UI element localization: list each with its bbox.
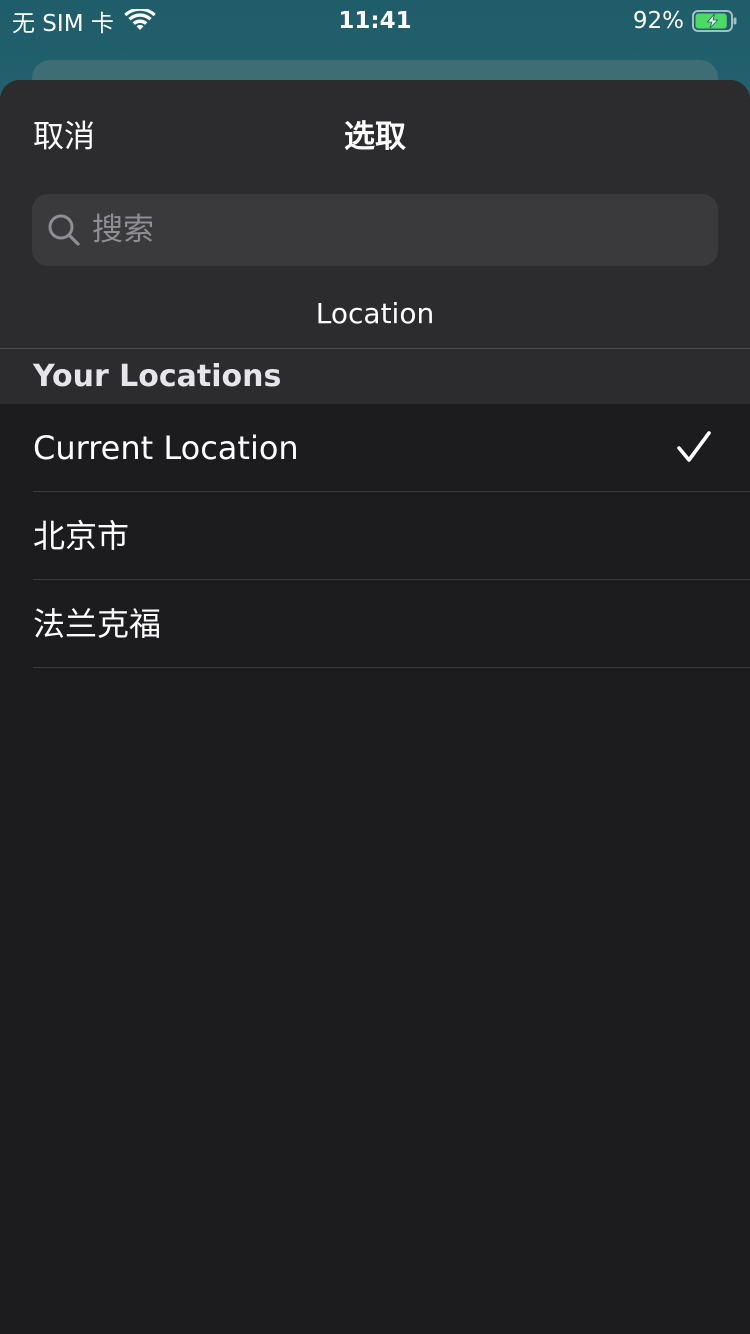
scope-label: Location <box>315 297 435 330</box>
battery-percent: 92% <box>632 8 684 34</box>
section-header: Your Locations <box>0 349 750 404</box>
section-header-label: Your Locations <box>33 359 282 394</box>
location-list: Current Location 北京市 法兰克福 <box>0 404 750 668</box>
battery-charging-icon <box>692 10 737 32</box>
status-bar: 无 SIM 卡 11:41 92% <box>0 0 750 42</box>
status-right: 92% <box>633 6 738 36</box>
list-item-label: 法兰克福 <box>33 605 162 643</box>
list-item-frankfurt[interactable]: 法兰克福 <box>0 580 750 668</box>
list-item-label: 北京市 <box>33 517 130 555</box>
list-item-label: Current Location <box>33 429 299 467</box>
location-picker-sheet: 取消 选取 Location Your Locations Current Lo… <box>0 80 750 1334</box>
sheet-title: 选取 <box>344 119 406 155</box>
sheet-header: 取消 选取 Location <box>0 80 750 348</box>
search-icon <box>48 214 80 246</box>
checkmark-icon <box>677 431 711 462</box>
search-input[interactable] <box>92 194 702 266</box>
list-item-beijing[interactable]: 北京市 <box>0 492 750 580</box>
list-item-current-location[interactable]: Current Location <box>0 404 750 492</box>
row-divider <box>33 667 750 668</box>
search-bar[interactable] <box>32 194 718 266</box>
